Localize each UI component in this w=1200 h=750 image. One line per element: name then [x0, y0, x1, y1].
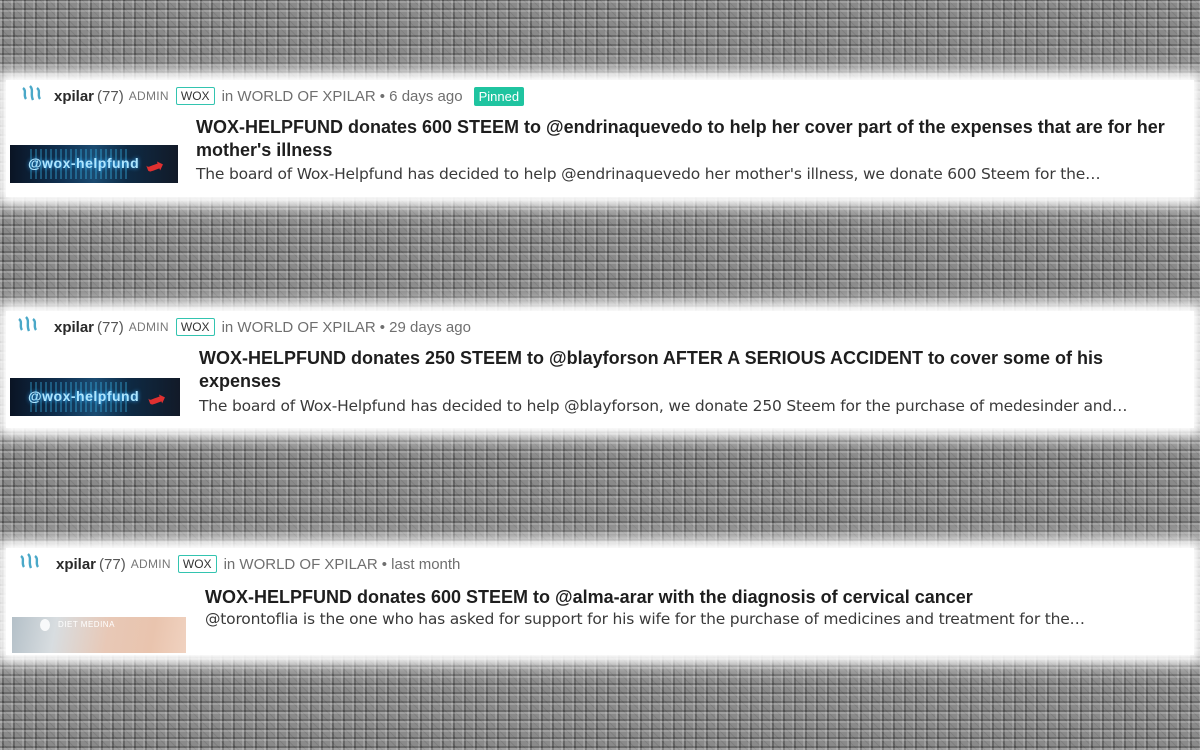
- post-summary[interactable]: The board of Wox-Helpfund has decided to…: [199, 397, 1128, 415]
- community-tag[interactable]: WOX: [175, 87, 215, 105]
- community-link[interactable]: in WORLD OF XPILAR: [224, 556, 378, 573]
- post-time[interactable]: • last month: [382, 556, 461, 573]
- post-time[interactable]: • 6 days ago: [380, 88, 463, 105]
- role-label: ADMIN: [128, 89, 169, 103]
- post-header: xpilar (77) ADMIN WOX in WORLD OF XPILAR…: [16, 315, 471, 339]
- steem-logo-icon[interactable]: [18, 552, 44, 576]
- post-card[interactable]: xpilar (77) ADMIN WOX in WORLD OF XPILAR…: [6, 80, 1194, 197]
- thumbnail-text: @wox-helpfund: [28, 155, 140, 171]
- community-link[interactable]: in WORLD OF XPILAR: [222, 319, 376, 336]
- post-summary[interactable]: @torontoflia is the one who has asked fo…: [205, 610, 1085, 628]
- author-name[interactable]: xpilar: [56, 556, 96, 573]
- author-name[interactable]: xpilar: [54, 319, 94, 336]
- post-title[interactable]: WOX-HELPFUND donates 600 STEEM to @alma-…: [205, 586, 1185, 609]
- post-thumbnail[interactable]: DIET MEDINA: [12, 617, 186, 653]
- author-reputation: (77): [99, 555, 126, 573]
- author-name[interactable]: xpilar: [54, 88, 94, 105]
- thumbnail-figure: [40, 619, 50, 631]
- red-arrow-icon: ➥: [141, 151, 168, 182]
- post-header: xpilar (77) ADMIN WOX in WORLD OF XPILAR…: [20, 84, 525, 108]
- community-link[interactable]: in WORLD OF XPILAR: [222, 88, 376, 105]
- pinned-badge: Pinned: [473, 86, 525, 106]
- steem-logo-icon[interactable]: [20, 84, 46, 108]
- community-tag[interactable]: WOX: [177, 555, 217, 573]
- post-summary[interactable]: The board of Wox-Helpfund has decided to…: [196, 165, 1101, 183]
- author-reputation: (77): [97, 318, 124, 336]
- post-card[interactable]: xpilar (77) ADMIN WOX in WORLD OF XPILAR…: [6, 311, 1194, 428]
- post-thumbnail[interactable]: @wox-helpfund ➥: [10, 378, 180, 416]
- thumbnail-text: @wox-helpfund: [28, 388, 140, 404]
- community-tag[interactable]: WOX: [175, 318, 215, 336]
- steem-logo-icon[interactable]: [16, 315, 42, 339]
- post-card[interactable]: xpilar (77) ADMIN WOX in WORLD OF XPILAR…: [6, 548, 1194, 655]
- role-label: ADMIN: [130, 557, 171, 571]
- thumbnail-text: DIET MEDINA: [58, 620, 115, 629]
- post-thumbnail[interactable]: @wox-helpfund ➥: [10, 145, 178, 183]
- author-reputation: (77): [97, 87, 124, 105]
- post-header: xpilar (77) ADMIN WOX in WORLD OF XPILAR…: [18, 552, 460, 576]
- post-time[interactable]: • 29 days ago: [380, 319, 471, 336]
- post-title[interactable]: WOX-HELPFUND donates 600 STEEM to @endri…: [196, 116, 1190, 162]
- red-arrow-icon: ➥: [143, 384, 170, 415]
- role-label: ADMIN: [128, 320, 169, 334]
- post-title[interactable]: WOX-HELPFUND donates 250 STEEM to @blayf…: [199, 347, 1189, 393]
